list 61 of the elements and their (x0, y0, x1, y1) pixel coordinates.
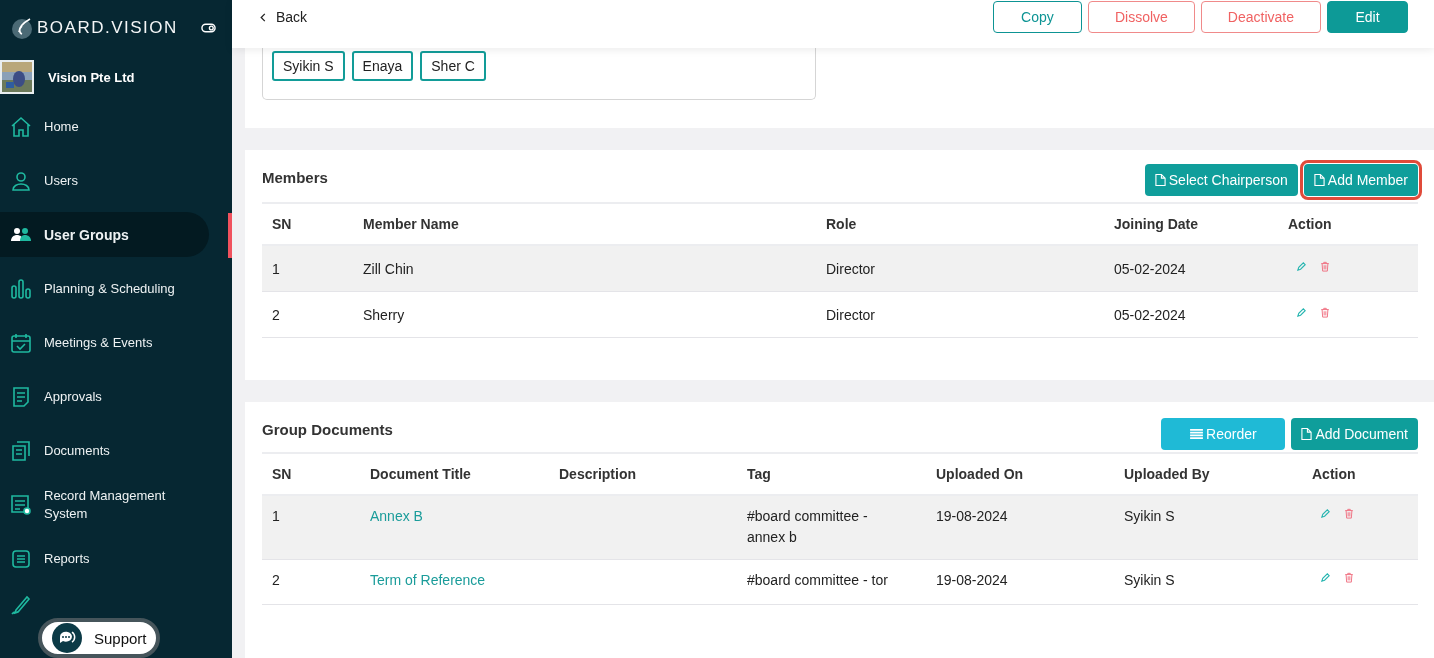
nav-item[interactable]: Record Management System (0, 482, 209, 527)
user-icon (10, 169, 32, 192)
edit-icon[interactable] (1296, 261, 1307, 272)
table-cell: Syikin S (1114, 560, 1302, 605)
table-cell: 05-02-2024 (1104, 292, 1278, 338)
nav-item[interactable]: Documents (0, 428, 209, 473)
nav-item[interactable]: Reports (0, 536, 209, 581)
toggle-icon[interactable] (201, 23, 216, 33)
edit-icon[interactable] (1320, 572, 1331, 583)
section-title: Group Documents (262, 421, 393, 438)
record-icon (10, 493, 32, 516)
nav-item[interactable]: Meetings & Events (0, 320, 209, 365)
delete-icon[interactable] (1320, 261, 1330, 272)
chevron-left-icon (260, 12, 266, 22)
document-icon (10, 385, 32, 408)
action-button[interactable]: Copy (992, 1, 1082, 33)
table-cell: 05-02-2024 (1104, 246, 1278, 292)
document-icon (1301, 427, 1313, 441)
table-cell: #board committee - annex b (737, 496, 926, 560)
document-icon (1313, 173, 1325, 187)
delete-icon[interactable] (1344, 508, 1354, 519)
logo-icon (10, 16, 34, 40)
delete-icon[interactable] (1320, 307, 1330, 318)
bar-chart-icon (10, 277, 32, 300)
member-chip: Enaya (351, 51, 414, 81)
table-cell: 1 (262, 246, 353, 292)
nav-item[interactable]: Users (0, 158, 209, 203)
table-cell: 1 (262, 496, 360, 560)
edit-icon[interactable] (1296, 307, 1307, 318)
table-cell: Zill Chin (353, 246, 816, 292)
brand-name: BOARD.VISION (37, 18, 178, 38)
document-icon (1154, 173, 1166, 187)
table-cell: 19-08-2024 (926, 496, 1114, 560)
table-cell: #board committee - tor (737, 560, 926, 605)
list-icon (10, 547, 32, 570)
support-button[interactable]: Support (38, 618, 160, 658)
table-cell: 2 (262, 292, 353, 338)
nav-item[interactable]: User Groups (0, 212, 209, 257)
member-chip: Sher C (420, 51, 486, 81)
calendar-icon (10, 331, 32, 354)
table-cell: Syikin S (1114, 496, 1302, 560)
table-cell: Director (816, 292, 1104, 338)
back-link[interactable]: Back (260, 9, 308, 25)
nav-item[interactable] (10, 594, 32, 616)
nav-item[interactable]: Home (0, 104, 209, 149)
documents-icon (10, 439, 32, 462)
table-cell: 2 (262, 560, 360, 605)
section-title: Members (262, 169, 328, 186)
nav-item[interactable]: Approvals (0, 374, 209, 419)
pen-icon (10, 594, 32, 616)
list-icon (1190, 428, 1204, 440)
delete-icon[interactable] (1344, 572, 1354, 583)
table-cell: 19-08-2024 (926, 560, 1114, 605)
edit-icon[interactable] (1320, 508, 1331, 519)
home-icon (10, 115, 32, 138)
nav-item[interactable]: Planning & Scheduling (0, 266, 209, 311)
member-chip: Syikin S (272, 51, 345, 81)
chat-icon (52, 623, 82, 653)
table-cell: Sherry (353, 292, 816, 338)
table-cell: Director (816, 246, 1104, 292)
company-name: Vision Pte Ltd (48, 69, 135, 85)
